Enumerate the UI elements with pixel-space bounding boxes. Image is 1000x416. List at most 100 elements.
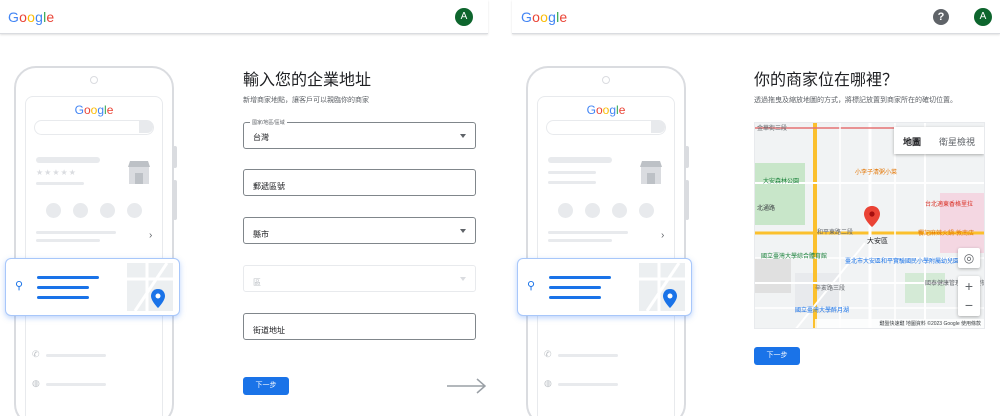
placeholder-line <box>37 276 99 279</box>
zoom-out-icon[interactable]: − <box>958 296 980 316</box>
placeholder-line <box>37 296 89 299</box>
city-placeholder: 縣市 <box>253 230 269 239</box>
map-label: 台北適東香格里拉 <box>925 202 974 208</box>
country-value: 台灣 <box>253 133 269 142</box>
directions-icon <box>585 203 600 218</box>
save-icon <box>612 203 627 218</box>
map-label: 國立臺灣大學醉月湖 <box>795 308 850 314</box>
street-address-field[interactable]: 街道地址 <box>243 313 476 340</box>
map-label: 臺北市大安區和平實驗國民小學附屬幼兒園 <box>845 259 960 265</box>
location-pin-icon: ⚲ <box>15 280 24 292</box>
map-label: 小李子清粥小菜 <box>855 170 898 176</box>
map-attribution[interactable]: 鍵盤快速鍵 地圖資料 ©2023 Google 使用條款 <box>815 319 984 328</box>
placeholder-line <box>558 383 618 386</box>
avatar[interactable]: A <box>974 8 992 26</box>
tab-map[interactable]: 地圖 <box>894 127 930 154</box>
save-icon <box>100 203 115 218</box>
my-location-icon[interactable]: ◎ <box>958 248 980 268</box>
placeholder-line <box>549 286 601 289</box>
google-logo: Google <box>74 103 114 117</box>
phone-screen: Google › ✆ ◍ <box>537 96 675 416</box>
map-label: 國立臺灣大學綜合體育館 <box>761 254 828 260</box>
country-select[interactable]: 國家/地區/區域 台灣 <box>243 119 476 149</box>
dropdown-arrow-icon <box>460 277 466 281</box>
next-button[interactable]: 下一步 <box>243 377 289 395</box>
phone-screen: Google ★★★★★ › ✆ ◍ <box>25 96 163 416</box>
search-bar <box>546 120 666 135</box>
store-icon <box>128 161 150 184</box>
camera-icon <box>90 76 98 84</box>
placeholder-line <box>549 296 601 299</box>
postal-code-field[interactable]: 郵遞區號 <box>243 169 476 196</box>
map-view[interactable]: 金華街三段 大安森林公園 小李子清粥小菜 台北適東香格里拉 北通路 和平東路二段… <box>754 122 985 329</box>
placeholder-line <box>548 181 596 184</box>
city-select[interactable]: 縣市 <box>243 217 476 244</box>
phone-side-button <box>173 180 177 220</box>
map-label: 北通路 <box>757 206 776 212</box>
share-icon <box>639 203 654 218</box>
map-label: 大安區 <box>867 238 888 245</box>
placeholder-line <box>548 157 612 163</box>
map-label: 金華街三段 <box>757 126 788 132</box>
placeholder-line <box>548 239 612 242</box>
phone-mockup: Google › ✆ ◍ <box>526 66 689 416</box>
call-icon <box>46 203 61 218</box>
dropdown-arrow-icon <box>460 229 466 233</box>
map-label: 辛亥路三段 <box>815 286 846 292</box>
search-bar <box>34 120 154 135</box>
globe-icon: ◍ <box>544 378 552 388</box>
country-label: 國家/地區/區域 <box>250 119 287 126</box>
map-label: 饗記麻辣火鍋-敦南店 <box>918 231 974 237</box>
zoom-in-icon[interactable]: + <box>958 276 980 296</box>
placeholder-line <box>36 157 100 163</box>
avatar[interactable]: A <box>455 8 473 26</box>
placeholder-line <box>36 239 100 242</box>
phone-side-button <box>173 146 177 168</box>
district-placeholder: 區 <box>253 278 261 287</box>
page-subtitle: 新增商家地點，讓客戶可以親臨你的商家 <box>243 97 369 104</box>
map-label: 和平東路二段 <box>817 230 854 236</box>
chevron-right-icon: › <box>661 230 665 241</box>
map-label: 大安森林公園 <box>763 179 800 185</box>
placeholder-line <box>549 276 611 279</box>
location-pin-icon: ⚲ <box>527 280 536 292</box>
placeholder-line <box>548 231 628 234</box>
placeholder-line <box>548 171 596 174</box>
share-icon <box>127 203 142 218</box>
zoom-controls: + − <box>958 276 980 316</box>
map-thumbnail <box>639 263 685 311</box>
placeholder-line <box>36 231 116 234</box>
phone-side-button <box>685 180 689 220</box>
address-highlight-card: ⚲ <box>517 258 692 316</box>
globe-icon: ◍ <box>32 378 40 388</box>
address-highlight-card: ⚲ <box>5 258 180 316</box>
store-icon <box>640 161 662 184</box>
search-icon <box>651 121 665 133</box>
placeholder-line <box>46 383 106 386</box>
next-button[interactable]: 下一步 <box>754 347 800 365</box>
map-type-tabs: 地圖 衛星檢視 <box>893 127 984 154</box>
rating-stars: ★★★★★ <box>36 168 77 177</box>
google-logo[interactable]: Google <box>521 9 567 25</box>
phone-mockup: Google ★★★★★ › ✆ ◍ <box>14 66 177 416</box>
page-title: 輸入您的企業地址 <box>243 72 372 89</box>
page-subtitle: 透過拖曳及縮放地圖的方式，將標記放置到商家所在的確切位置。 <box>754 97 957 104</box>
phone-icon: ✆ <box>544 349 552 359</box>
help-icon[interactable]: ? <box>933 9 949 25</box>
street-placeholder: 街道地址 <box>253 326 285 335</box>
camera-icon <box>602 76 610 84</box>
phone-side-button <box>685 146 689 168</box>
arrow-right-icon <box>447 378 487 394</box>
call-icon <box>558 203 573 218</box>
placeholder-line <box>37 286 89 289</box>
postal-placeholder: 郵遞區號 <box>253 182 285 191</box>
placeholder-line <box>558 354 618 357</box>
google-logo[interactable]: Google <box>8 9 54 25</box>
directions-icon <box>73 203 88 218</box>
district-select: 區 <box>243 265 476 292</box>
google-logo: Google <box>586 103 626 117</box>
search-icon <box>139 121 153 133</box>
chevron-right-icon: › <box>149 230 153 241</box>
tab-satellite[interactable]: 衛星檢視 <box>930 127 984 154</box>
left-top-bar: Google A <box>0 0 488 34</box>
